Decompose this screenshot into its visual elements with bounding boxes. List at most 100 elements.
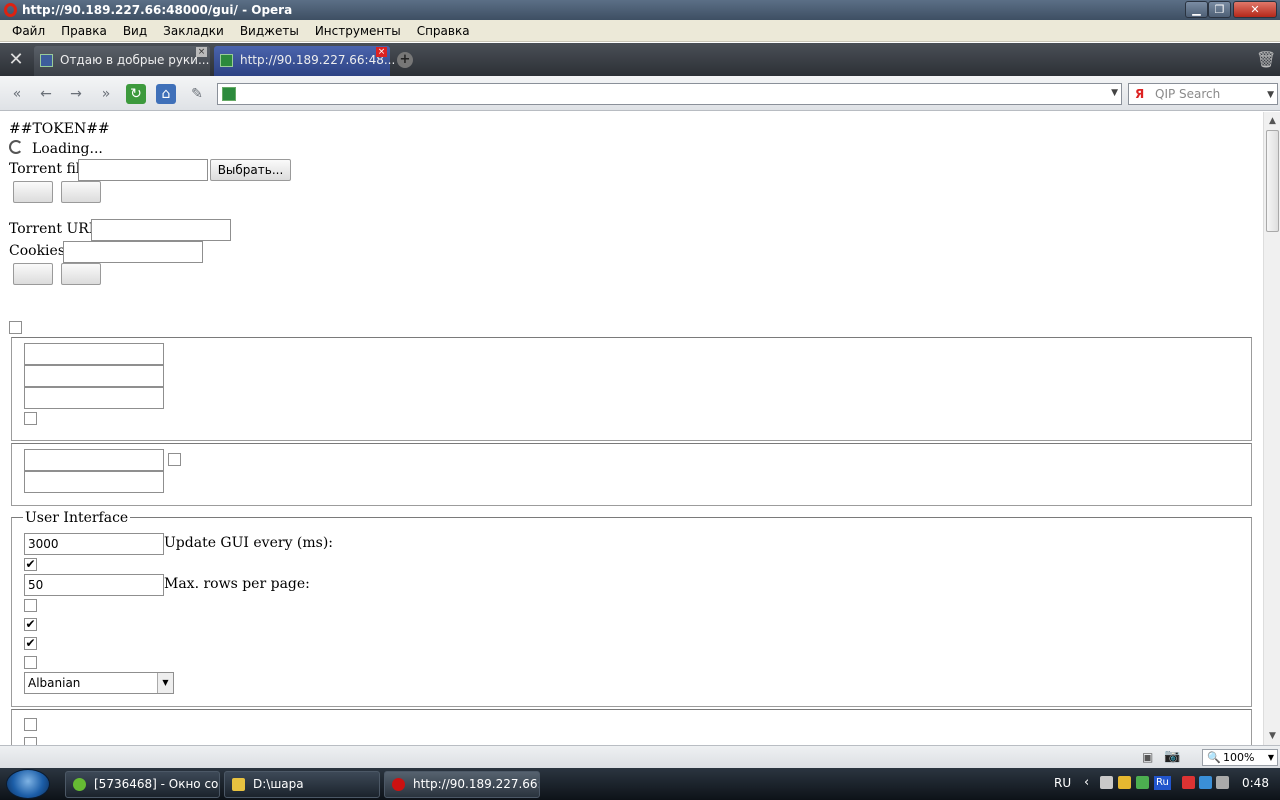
close-window-button[interactable]: ✕ <box>1233 1 1277 18</box>
update-interval-label: Update GUI every (ms): <box>164 535 334 551</box>
search-input[interactable]: Я QIP Search ▼ <box>1128 83 1278 105</box>
menu-bookmarks[interactable]: Закладки <box>155 24 232 38</box>
chevron-left-icon[interactable]: ‹ <box>1084 774 1089 792</box>
opera-logo-icon <box>4 3 17 17</box>
scroll-thumb[interactable] <box>1266 130 1279 232</box>
ui-checkbox[interactable] <box>24 599 37 612</box>
menu-widgets[interactable]: Виджеты <box>232 24 307 38</box>
fast-forward-icon[interactable]: » <box>96 84 116 104</box>
tab-bar: ✕ Отдаю в добрые руки... × http://90.189… <box>0 43 1280 76</box>
clock[interactable]: 0:48 <box>1242 774 1269 792</box>
settings-input[interactable] <box>24 471 164 493</box>
minimize-button[interactable]: ▁ <box>1185 1 1208 18</box>
page-content: ##TOKEN## Loading... Torrent file: Выбра… <box>0 112 1263 745</box>
chevron-down-icon[interactable]: ▼ <box>1111 88 1118 98</box>
file-ok-button[interactable] <box>13 181 53 203</box>
yandex-icon: Я <box>1135 87 1145 101</box>
taskbar-item-label: http://90.189.227.66:... <box>413 777 540 791</box>
settings-fieldset <box>11 709 1252 745</box>
settings-checkbox[interactable] <box>24 412 37 425</box>
tray-app-icon[interactable] <box>1100 776 1113 789</box>
torrent-url-input[interactable] <box>91 219 231 241</box>
taskbar-item-label: D:\шара <box>253 777 304 791</box>
search-placeholder: QIP Search <box>1155 87 1221 101</box>
rewind-icon[interactable]: « <box>7 84 27 104</box>
torrent-file-input[interactable] <box>78 159 208 181</box>
chevron-down-icon[interactable]: ▼ <box>1267 85 1274 105</box>
menu-help[interactable]: Справка <box>409 24 478 38</box>
taskbar-item-active[interactable]: http://90.189.227.66:... <box>384 771 540 798</box>
maximize-icon: ❐ <box>1214 3 1225 16</box>
scroll-up-icon[interactable]: ▲ <box>1266 114 1279 128</box>
address-bar[interactable]: ▼ <box>217 83 1122 105</box>
camera-icon[interactable]: 📷 <box>1164 749 1180 764</box>
home-icon[interactable]: ⌂ <box>156 84 176 104</box>
settings-checkbox[interactable] <box>24 718 37 731</box>
panel-icon[interactable]: ▣ <box>1142 750 1156 764</box>
tray-app-icon[interactable] <box>1118 776 1131 789</box>
reload-icon[interactable]: ↻ <box>126 84 146 104</box>
network-icon[interactable] <box>1199 776 1212 789</box>
menu-tools[interactable]: Инструменты <box>307 24 409 38</box>
tab-close-icon[interactable]: × <box>196 47 207 57</box>
menu-edit[interactable]: Правка <box>53 24 115 38</box>
settings-input[interactable] <box>24 449 164 471</box>
volume-icon[interactable] <box>1216 776 1229 789</box>
ui-checkbox[interactable] <box>24 656 37 669</box>
keyboard-layout-badge[interactable]: Ru <box>1154 776 1171 790</box>
taskbar-item[interactable]: D:\шара <box>224 771 380 798</box>
ui-checkbox-checked[interactable]: ✔ <box>24 618 37 631</box>
browse-button[interactable]: Выбрать... <box>210 159 291 181</box>
toggle-checkbox[interactable] <box>9 321 22 334</box>
tray-app-icon[interactable] <box>1182 776 1195 789</box>
windows-taskbar: [5736468] - Окно со... D:\шара http://90… <box>0 768 1280 800</box>
chevron-down-icon[interactable]: ▼ <box>1268 750 1274 765</box>
forward-icon[interactable]: → <box>66 84 86 104</box>
url-ok-button[interactable] <box>13 263 53 285</box>
settings-input[interactable] <box>24 343 164 365</box>
utorrent-favicon-icon <box>222 87 236 101</box>
update-interval-input[interactable]: 3000 <box>24 533 164 555</box>
vertical-scrollbar[interactable]: ▲ ▼ <box>1263 112 1280 745</box>
tab-inactive[interactable]: Отдаю в добрые руки... × <box>34 46 210 76</box>
app-icon <box>73 778 86 791</box>
taskbar-item-label: [5736468] - Окно со... <box>94 777 220 791</box>
taskbar-item[interactable]: [5736468] - Окно со... <box>65 771 220 798</box>
settings-fieldset <box>11 443 1252 506</box>
user-interface-legend: User Interface <box>23 510 131 526</box>
language-selected: Albanian <box>28 676 81 690</box>
tools-icon[interactable]: ✕ <box>6 50 26 70</box>
window-title-bar: http://90.189.227.66:48000/gui/ - Opera … <box>0 0 1280 20</box>
back-icon[interactable]: ← <box>36 84 56 104</box>
settings-input[interactable] <box>24 387 164 409</box>
language-indicator[interactable]: RU <box>1054 774 1071 792</box>
menu-bar: Файл Правка Вид Закладки Виджеты Инструм… <box>0 20 1280 42</box>
ui-checkbox-checked[interactable]: ✔ <box>24 637 37 650</box>
tray-tree-icon[interactable] <box>1136 776 1149 789</box>
url-cancel-button[interactable] <box>61 263 101 285</box>
loading-spinner-icon <box>9 140 23 154</box>
max-rows-input[interactable]: 50 <box>24 574 164 596</box>
ui-checkbox-checked[interactable]: ✔ <box>24 558 37 571</box>
file-cancel-button[interactable] <box>61 181 101 203</box>
menu-file[interactable]: Файл <box>4 24 53 38</box>
start-button[interactable] <box>6 769 50 799</box>
new-tab-icon[interactable]: + <box>397 52 413 68</box>
trash-icon[interactable]: 🗑 <box>1256 50 1276 70</box>
settings-checkbox[interactable] <box>24 737 37 745</box>
menu-view[interactable]: Вид <box>115 24 155 38</box>
tab-active[interactable]: http://90.189.227.66:48... × <box>214 46 395 76</box>
edit-pen-icon[interactable]: ✎ <box>187 84 207 104</box>
tab-close-icon[interactable]: × <box>376 47 387 57</box>
tab-label: Отдаю в добрые руки... <box>60 53 210 67</box>
settings-checkbox[interactable] <box>168 453 181 466</box>
chevron-down-icon[interactable]: ▼ <box>157 673 173 693</box>
scroll-down-icon[interactable]: ▼ <box>1266 729 1279 743</box>
settings-input[interactable] <box>24 365 164 387</box>
cookies-input[interactable] <box>63 241 203 263</box>
language-select[interactable]: Albanian ▼ <box>24 672 174 694</box>
zoom-control[interactable]: 🔍 100% ▼ <box>1202 749 1278 766</box>
maximize-button[interactable]: ❐ <box>1208 1 1231 18</box>
settings-fieldset <box>11 337 1252 441</box>
status-bar: ▣ 📷 🔍 100% ▼ <box>0 745 1280 768</box>
